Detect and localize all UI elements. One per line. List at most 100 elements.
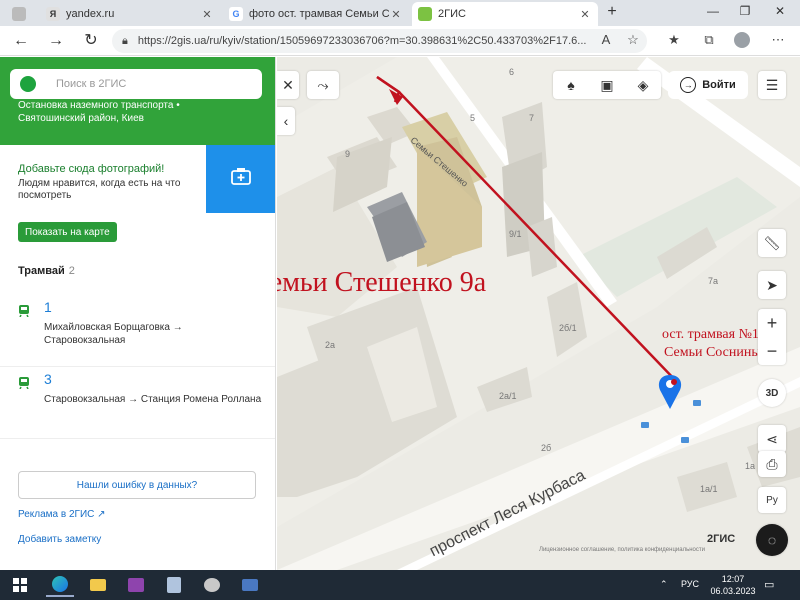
add-photo-button[interactable] <box>206 145 275 213</box>
add-photo-text: Добавьте сюда фотографий! Людям нравится… <box>18 163 198 202</box>
report-error-button[interactable]: Нашли ошибку в данных? <box>18 471 256 499</box>
forward-icon[interactable]: → <box>45 31 67 51</box>
favorites-icon[interactable]: ★ <box>664 32 684 50</box>
tab-label: фото ост. трамвая Семьи Сосни <box>249 8 389 20</box>
add-photo-subtitle: Людям нравится, когда есть на что посмот… <box>18 178 181 201</box>
tram-icon <box>18 303 30 318</box>
tab-2gis[interactable]: 2ГИС ✕ <box>412 2 598 26</box>
stop-description: Остановка наземного транспорта • Святоши… <box>18 99 268 125</box>
login-arrow-icon: → <box>680 77 697 93</box>
collapse-panel-button[interactable]: ‹ <box>277 107 295 135</box>
building-label: 2б <box>541 443 552 453</box>
tram-icon <box>18 375 30 390</box>
tab-yandex[interactable]: Я yandex.ru ✕ <box>40 2 220 26</box>
my-location-icon[interactable]: ➤ <box>758 271 786 299</box>
tab-actions-icon[interactable] <box>6 2 36 26</box>
license-link[interactable]: Лицензионное соглашение, политика конфид… <box>539 547 705 553</box>
close-panel-button[interactable]: ✕ <box>277 71 299 99</box>
2gis-favicon-icon <box>418 7 432 21</box>
browser-tab-bar: Я yandex.ru ✕ G фото ост. трамвая Семьи … <box>0 0 800 26</box>
building-label: 1а/1 <box>700 484 718 494</box>
add-photo-block: Добавьте сюда фотографий! Людям нравится… <box>0 145 275 213</box>
building-label: 1а <box>745 461 756 471</box>
hamburger-menu-icon[interactable]: ☰ <box>758 71 786 99</box>
map-canvas[interactable]: Семьи Стешенко проспект Леся Курбаса 9 7… <box>277 57 800 570</box>
app-taskbar-icon[interactable] <box>236 573 264 597</box>
browser-toolbar: ← → ↻ 🔒︎ https://2gis.ua/ru/kyiv/station… <box>0 26 800 56</box>
notifications-icon[interactable]: ▭ <box>764 578 774 591</box>
traffic-icon[interactable]: ♠ <box>553 77 589 93</box>
close-tab-icon[interactable]: ✕ <box>389 8 403 21</box>
tram-section-title: Трамвай 2 <box>18 265 75 277</box>
edge-taskbar-icon[interactable] <box>46 573 74 597</box>
profile-avatar-icon[interactable] <box>732 32 752 50</box>
building-label: 5 <box>470 113 476 123</box>
2gis-brand: 2ГИС <box>707 533 736 545</box>
route-direction: Михайловская Борщаговка → Старовокзальна… <box>44 322 183 346</box>
tray-chevron-icon[interactable]: ⌃ <box>660 579 668 590</box>
read-aloud-icon[interactable]: A <box>596 32 616 50</box>
new-tab-button[interactable]: + <box>602 3 622 21</box>
app-taskbar-icon[interactable] <box>198 573 226 597</box>
advertising-link[interactable]: Реклама в 2ГИС ↗ <box>18 509 106 520</box>
back-icon[interactable]: ← <box>10 31 32 51</box>
language-button[interactable]: Ру <box>758 487 786 513</box>
camera-plus-icon <box>231 167 251 191</box>
station-sidebar: Поиск в 2ГИС Остановка наземного транспо… <box>0 57 276 570</box>
close-window-button[interactable]: ✕ <box>770 4 790 22</box>
input-language[interactable]: РУС <box>681 579 699 589</box>
building-label: 9 <box>345 149 351 159</box>
system-clock[interactable]: 12:07 06.03.2023 <box>710 573 756 597</box>
login-label: Войти <box>702 79 736 91</box>
building-label: 2б/1 <box>559 323 577 333</box>
favorite-star-icon[interactable]: ☆ <box>623 32 643 50</box>
login-button[interactable]: → Войти <box>668 71 748 99</box>
start-icon[interactable] <box>6 573 34 597</box>
address-bar[interactable]: 🔒︎ https://2gis.ua/ru/kyiv/station/15059… <box>112 29 647 53</box>
file-explorer-icon[interactable] <box>84 573 112 597</box>
minimize-button[interactable]: — <box>703 4 723 22</box>
close-tab-icon[interactable]: ✕ <box>200 8 214 21</box>
collections-icon[interactable]: ⧉ <box>699 32 719 50</box>
3d-toggle-button[interactable]: 3D <box>758 379 786 407</box>
print-icon[interactable]: ⎙ <box>758 451 786 477</box>
stop-type: Остановка наземного транспорта • <box>18 100 180 111</box>
annotation-stop-line2: Семьи Сосниных <box>664 345 768 360</box>
search-input[interactable]: Поиск в 2ГИС <box>10 69 262 99</box>
zoom-in-icon[interactable]: + <box>767 309 778 337</box>
more-menu-icon[interactable]: ⋯ <box>768 32 788 50</box>
route-item[interactable]: 1 Михайловская Борщаговка → Старовокзаль… <box>0 297 275 367</box>
yandex-favicon-icon: Я <box>46 7 60 21</box>
clock-time: 12:07 <box>721 574 745 584</box>
layers-icon[interactable]: ◈ <box>625 77 661 94</box>
refresh-icon[interactable]: ↻ <box>80 31 102 51</box>
maximize-button[interactable]: ❐ <box>735 4 755 22</box>
building-label: 9/1 <box>509 229 522 239</box>
route-item[interactable]: 3 Старовокзальная → Станция Ромена Ролла… <box>0 369 275 439</box>
map-layers-toolbar: ♠ ▣ ◈ <box>553 71 661 99</box>
sidebar-header: Поиск в 2ГИС Остановка наземного транспо… <box>0 57 275 145</box>
route-direction: Старовокзальная → Станция Ромена Роллана <box>44 394 262 405</box>
2gis-logo-icon <box>20 76 36 92</box>
building-label: 2а/1 <box>499 391 517 401</box>
zoom-out-icon[interactable]: − <box>767 337 778 365</box>
tram-count: 2 <box>68 265 75 277</box>
tab-label: yandex.ru <box>66 8 115 20</box>
route-number: 1 <box>44 299 52 315</box>
tab-search[interactable]: G фото ост. трамвая Семьи Сосни ✕ <box>223 2 409 26</box>
building-label: 7 <box>529 113 535 123</box>
add-note-link[interactable]: Добавить заметку <box>18 534 101 545</box>
chat-icon[interactable]: ◌ <box>756 524 788 556</box>
routes-icon[interactable]: ⤳ <box>307 71 339 99</box>
ruler-icon[interactable]: 📏︎ <box>758 229 786 257</box>
app-taskbar-icon[interactable] <box>122 573 150 597</box>
annotation-street: ул.Семьи Стешенко 9а <box>277 267 487 298</box>
share-icon[interactable]: ⋖ <box>758 425 786 453</box>
search-placeholder: Поиск в 2ГИС <box>56 78 127 90</box>
app-taskbar-icon[interactable] <box>160 573 188 597</box>
show-on-map-button[interactable]: Показать на карте <box>18 222 117 242</box>
close-tab-icon[interactable]: ✕ <box>578 8 592 21</box>
photo-icon[interactable]: ▣ <box>589 77 625 94</box>
stop-district: Святошинский район, Киев <box>18 113 144 124</box>
add-photo-heading: Добавьте сюда фотографий! <box>18 163 165 175</box>
